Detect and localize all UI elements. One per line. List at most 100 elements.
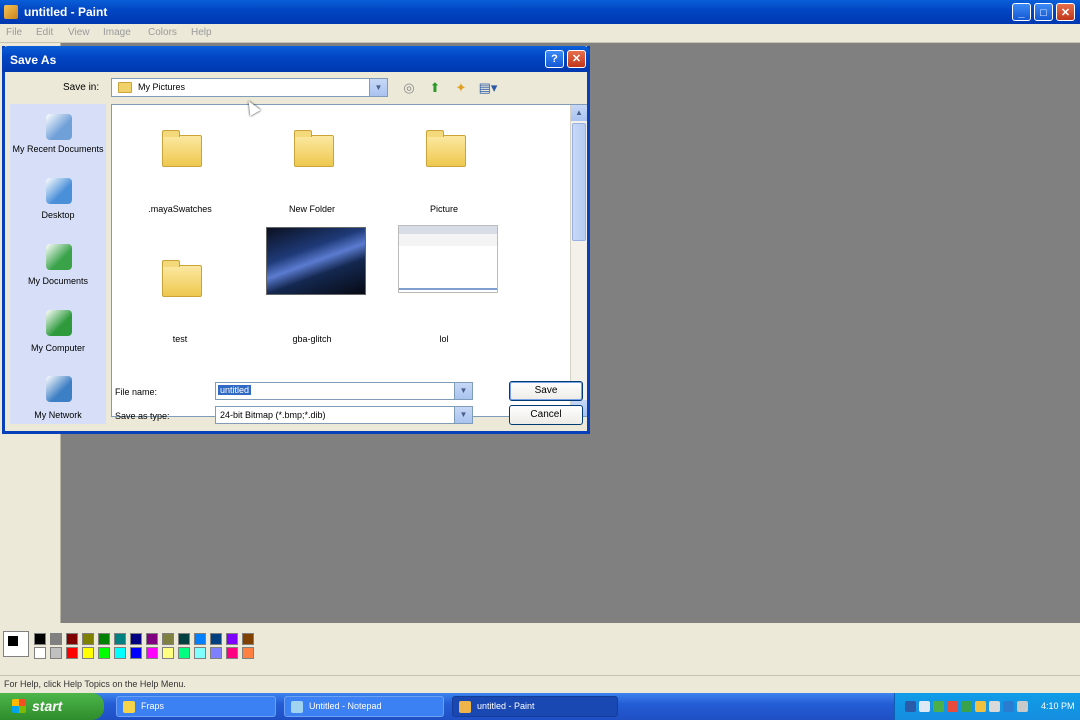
palette-swatch[interactable] [82, 647, 94, 659]
folder-icon [294, 130, 334, 167]
chevron-down-icon[interactable]: ▼ [454, 383, 472, 399]
place-desktop[interactable]: Desktop [10, 178, 106, 242]
palette-swatch[interactable] [66, 647, 78, 659]
save-as-type-value: 24-bit Bitmap (*.bmp;*.dib) [220, 410, 326, 420]
palette-swatch[interactable] [210, 647, 222, 659]
palette-swatch[interactable] [194, 647, 206, 659]
menu-edit[interactable]: Edit [36, 27, 53, 38]
file-item-lol[interactable]: lol [384, 225, 504, 345]
places-bar: My Recent Documents Desktop My Documents… [10, 104, 106, 424]
menu-colors[interactable]: Colors [148, 27, 177, 38]
chevron-down-icon[interactable]: ▼ [454, 407, 472, 423]
save-as-type-dropdown[interactable]: 24-bit Bitmap (*.bmp;*.dib) ▼ [215, 406, 473, 424]
new-folder-icon[interactable]: ✦ [453, 80, 469, 96]
menu-file[interactable]: File [6, 27, 22, 38]
palette-swatch[interactable] [114, 633, 126, 645]
clock[interactable]: 4:10 PM [1041, 701, 1075, 711]
place-my-documents[interactable]: My Documents [10, 244, 106, 308]
file-item-label: New Folder [288, 204, 335, 214]
scrollbar-thumb[interactable] [572, 123, 586, 241]
task-paint[interactable]: untitled - Paint [452, 696, 618, 717]
tray-icon[interactable] [961, 701, 972, 712]
tray-icon[interactable] [947, 701, 958, 712]
save-in-dropdown[interactable]: My Pictures ▼ [111, 78, 388, 97]
palette-swatch[interactable] [130, 647, 142, 659]
palette-swatch[interactable] [98, 633, 110, 645]
place-my-computer[interactable]: My Computer [10, 310, 106, 374]
tray-icon[interactable] [905, 701, 916, 712]
palette-swatch[interactable] [146, 633, 158, 645]
menu-bar: File Edit View Image Colors Help [0, 24, 1080, 43]
vertical-scrollbar[interactable]: ▲ ▼ [570, 105, 587, 416]
palette-swatch[interactable] [98, 647, 110, 659]
desktop-icon [46, 178, 72, 204]
palette-swatch[interactable] [114, 647, 126, 659]
dialog-title-bar[interactable]: Save As ? ✕ [2, 46, 590, 72]
window-title: untitled - Paint [24, 5, 108, 19]
palette-swatch[interactable] [162, 647, 174, 659]
palette-swatch[interactable] [178, 647, 190, 659]
task-notepad[interactable]: Untitled - Notepad [284, 696, 444, 717]
tray-icon[interactable] [989, 701, 1000, 712]
palette-swatch[interactable] [226, 633, 238, 645]
taskbar: start Fraps Untitled - Notepad untitled … [0, 693, 1080, 720]
palette-swatch[interactable] [34, 647, 46, 659]
file-item-label: test [172, 334, 188, 344]
chevron-down-icon[interactable]: ▼ [369, 79, 387, 96]
task-fraps[interactable]: Fraps [116, 696, 276, 717]
palette-swatch[interactable] [82, 633, 94, 645]
task-label: Untitled - Notepad [309, 701, 382, 711]
palette-swatch[interactable] [242, 633, 254, 645]
save-button[interactable]: Save [509, 381, 583, 401]
file-item-test[interactable]: test [120, 235, 240, 345]
palette-swatch[interactable] [162, 633, 174, 645]
palette-swatch[interactable] [210, 633, 222, 645]
tray-icon[interactable] [919, 701, 930, 712]
place-label: Desktop [41, 210, 75, 220]
folder-icon [162, 130, 202, 167]
file-item-picture[interactable]: Picture [384, 105, 504, 215]
menu-image[interactable]: Image [103, 27, 131, 38]
tray-icon[interactable] [933, 701, 944, 712]
views-menu-icon[interactable]: ▤▾ [477, 80, 499, 96]
image-thumbnail [398, 225, 498, 293]
my-documents-icon [46, 244, 72, 270]
place-my-recent-documents[interactable]: My Recent Documents [10, 114, 106, 178]
up-folder-icon[interactable]: ⬆ [427, 80, 443, 96]
palette-swatch[interactable] [66, 633, 78, 645]
place-my-network[interactable]: My Network [10, 376, 106, 440]
cancel-button[interactable]: Cancel [509, 405, 583, 425]
palette-swatch[interactable] [178, 633, 190, 645]
palette-swatch[interactable] [130, 633, 142, 645]
tray-icon[interactable] [1003, 701, 1014, 712]
close-button[interactable]: ✕ [1056, 3, 1075, 21]
my-network-icon [46, 376, 72, 402]
help-button[interactable]: ? [545, 50, 564, 68]
palette-swatch[interactable] [242, 647, 254, 659]
start-button[interactable]: start [0, 693, 104, 720]
palette-swatch[interactable] [50, 647, 62, 659]
palette-swatch[interactable] [34, 633, 46, 645]
back-icon[interactable]: ◎ [401, 80, 417, 96]
place-label: My Recent Documents [12, 144, 104, 154]
menu-view[interactable]: View [68, 27, 90, 38]
maximize-button[interactable]: □ [1034, 3, 1053, 21]
palette-swatch[interactable] [194, 633, 206, 645]
file-name-input[interactable]: untitled ▼ [215, 382, 473, 400]
file-item-new-folder[interactable]: New Folder [252, 105, 372, 215]
image-thumbnail [266, 227, 366, 295]
file-list-view[interactable]: .mayaSwatches New Folder Picture test gb… [111, 104, 587, 417]
menu-help[interactable]: Help [191, 27, 212, 38]
save-in-label: Save in: [63, 82, 100, 93]
palette-swatch[interactable] [146, 647, 158, 659]
file-item-mayaswatches[interactable]: .mayaSwatches [120, 105, 240, 215]
scroll-up-icon[interactable]: ▲ [571, 105, 587, 121]
file-item-gba-glitch[interactable]: gba-glitch [252, 227, 372, 345]
tray-icon[interactable] [975, 701, 986, 712]
speaker-icon[interactable] [1017, 701, 1028, 712]
palette-swatch[interactable] [50, 633, 62, 645]
palette-swatch[interactable] [226, 647, 238, 659]
minimize-button[interactable]: _ [1012, 3, 1031, 21]
dialog-close-button[interactable]: ✕ [567, 50, 586, 68]
current-colors-indicator[interactable] [3, 631, 29, 657]
